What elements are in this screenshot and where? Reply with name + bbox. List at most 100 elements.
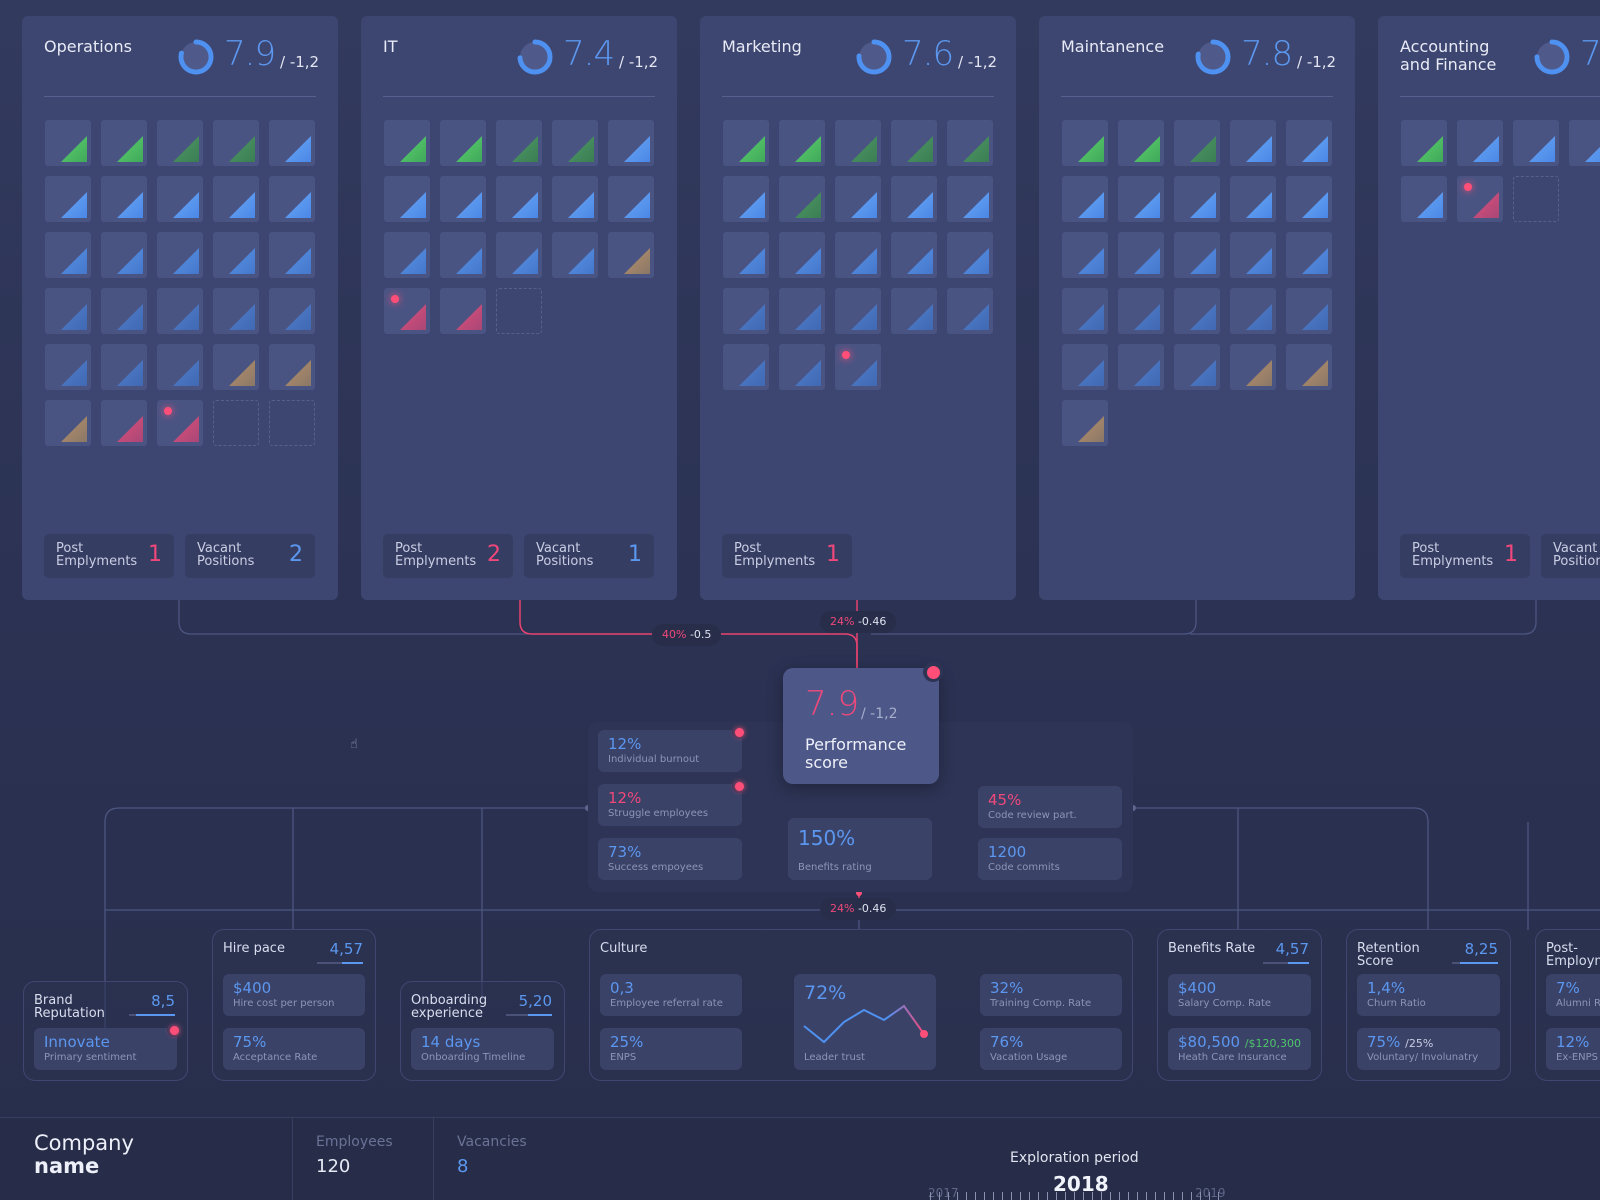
employee-tile[interactable] <box>45 232 91 278</box>
employee-tile[interactable] <box>1118 232 1164 278</box>
department-card[interactable]: Maintanence 7.8 / -1,2 <box>1039 16 1355 600</box>
employee-tile[interactable] <box>779 120 825 166</box>
department-card[interactable]: Marketing 7.6 / -1,2 Post Emplyments 1 <box>700 16 1016 600</box>
employee-tile[interactable] <box>779 176 825 222</box>
leader-trust-chart[interactable]: 72% Leader trust <box>794 974 936 1070</box>
department-card[interactable]: Operations 7.9 / -1,2 Post Emplyments 1 … <box>22 16 338 600</box>
card-metric[interactable]: $400 Hire cost per person <box>223 974 365 1016</box>
department-stat[interactable]: Vacant Positions 1 <box>524 534 654 578</box>
onboarding-card[interactable]: Onboarding experience 5,20 14 days Onboar… <box>400 981 565 1081</box>
employee-tile[interactable] <box>45 120 91 166</box>
employee-tile[interactable] <box>157 176 203 222</box>
employee-tile[interactable] <box>213 232 259 278</box>
employee-tile[interactable] <box>496 120 542 166</box>
employee-tile[interactable] <box>1286 176 1332 222</box>
employee-tile[interactable] <box>384 176 430 222</box>
employee-tile[interactable] <box>552 232 598 278</box>
employee-tile[interactable] <box>384 232 430 278</box>
post-card[interactable]: Post-Employm 7% Alumni R 12% Ex-ENPS <box>1535 929 1600 1081</box>
hub-metric[interactable]: 12% Individual burnout <box>598 725 746 772</box>
employee-tile[interactable] <box>552 176 598 222</box>
employee-tile[interactable] <box>779 288 825 334</box>
employee-tile[interactable] <box>1174 232 1220 278</box>
employee-tile[interactable] <box>1457 176 1503 222</box>
hub-metric[interactable]: 73% Success empoyees <box>598 838 742 880</box>
performance-score-card[interactable]: 7.9 / -1,2 Performance score <box>783 662 943 784</box>
department-stat[interactable]: Vacant Positions <box>1541 534 1600 578</box>
employee-tile[interactable] <box>891 288 937 334</box>
card-metric[interactable]: 25% ENPS <box>600 1028 742 1070</box>
employee-tile[interactable] <box>269 288 315 334</box>
employee-tile[interactable] <box>269 120 315 166</box>
employee-tile[interactable] <box>157 120 203 166</box>
employee-tile[interactable] <box>1062 232 1108 278</box>
employee-tile[interactable] <box>1062 344 1108 390</box>
employee-tile[interactable] <box>45 176 91 222</box>
employee-tile[interactable] <box>1230 176 1276 222</box>
employee-tile[interactable] <box>213 288 259 334</box>
card-metric[interactable]: $400 Salary Comp. Rate <box>1168 974 1311 1016</box>
empty-slot[interactable] <box>269 400 315 446</box>
employee-tile[interactable] <box>1286 288 1332 334</box>
employee-tile[interactable] <box>1118 344 1164 390</box>
employee-tile[interactable] <box>1513 120 1559 166</box>
department-card[interactable]: IT 7.4 / -1,2 Post Emplyments 2 Vacant P… <box>361 16 677 600</box>
employee-tile[interactable] <box>157 400 203 446</box>
employee-tile[interactable] <box>1286 344 1332 390</box>
employee-tile[interactable] <box>1286 120 1332 166</box>
employee-tile[interactable] <box>835 344 881 390</box>
card-metric[interactable]: 32% Training Comp. Rate <box>980 974 1122 1016</box>
employee-tile[interactable] <box>45 288 91 334</box>
culture-card[interactable]: Culture 0,3 Employee referral rate 25% E… <box>589 929 1133 1081</box>
employee-tile[interactable] <box>1174 344 1220 390</box>
department-card[interactable]: Accounting and Finance 7 Post Emplyments <box>1378 16 1600 600</box>
employee-tile[interactable] <box>384 120 430 166</box>
employee-tile[interactable] <box>1230 120 1276 166</box>
employee-tile[interactable] <box>1118 120 1164 166</box>
employee-tile[interactable] <box>835 120 881 166</box>
employee-tile[interactable] <box>608 120 654 166</box>
employee-tile[interactable] <box>1062 288 1108 334</box>
employee-tile[interactable] <box>45 400 91 446</box>
employee-tile[interactable] <box>101 400 147 446</box>
card-metric[interactable]: $80,500 /$120,300 Heath Care Insurance <box>1168 1028 1311 1070</box>
employee-tile[interactable] <box>947 288 993 334</box>
employee-tile[interactable] <box>723 176 769 222</box>
employee-tile[interactable] <box>269 232 315 278</box>
department-stat[interactable]: Post Emplyments 1 <box>44 534 174 578</box>
employee-tile[interactable] <box>384 288 430 334</box>
employee-tile[interactable] <box>1286 232 1332 278</box>
employee-tile[interactable] <box>1230 288 1276 334</box>
employee-tile[interactable] <box>1401 176 1447 222</box>
employee-tile[interactable] <box>101 288 147 334</box>
employee-tile[interactable] <box>1401 120 1447 166</box>
department-stat[interactable]: Post Emplyments 2 <box>383 534 513 578</box>
card-metric[interactable]: 12% Ex-ENPS <box>1546 1028 1600 1070</box>
employee-tile[interactable] <box>608 232 654 278</box>
employee-tile[interactable] <box>496 176 542 222</box>
employee-tile[interactable] <box>101 120 147 166</box>
employee-tile[interactable] <box>947 176 993 222</box>
employee-tile[interactable] <box>213 176 259 222</box>
card-metric[interactable]: 76% Vacation Usage <box>980 1028 1122 1070</box>
empty-slot[interactable] <box>496 288 542 334</box>
employee-tile[interactable] <box>440 120 486 166</box>
brand-card[interactable]: Brand Reputation 8,5 Innovate Primary sen… <box>23 981 188 1081</box>
employee-tile[interactable] <box>779 232 825 278</box>
employee-tile[interactable] <box>723 288 769 334</box>
employee-tile[interactable] <box>101 232 147 278</box>
employee-tile[interactable] <box>723 344 769 390</box>
employee-tile[interactable] <box>891 120 937 166</box>
employee-tile[interactable] <box>440 288 486 334</box>
employee-tile[interactable] <box>552 120 598 166</box>
employee-tile[interactable] <box>947 232 993 278</box>
hub-metric[interactable]: 150% Benefits rating <box>788 818 932 880</box>
employee-tile[interactable] <box>835 176 881 222</box>
employee-tile[interactable] <box>496 232 542 278</box>
employee-tile[interactable] <box>440 176 486 222</box>
card-metric[interactable]: 75% /25% Voluntary/ Involunatry <box>1357 1028 1500 1070</box>
employee-tile[interactable] <box>269 176 315 222</box>
employee-tile[interactable] <box>213 120 259 166</box>
department-stat[interactable]: Post Emplyments 1 <box>722 534 852 578</box>
employee-tile[interactable] <box>213 344 259 390</box>
